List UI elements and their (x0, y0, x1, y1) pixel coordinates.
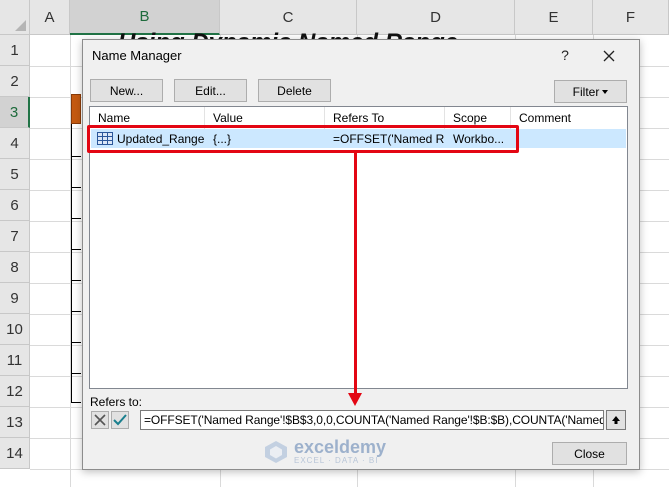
row-header-4[interactable]: 4 (0, 128, 30, 159)
row-headers: 1 2 3 4 5 6 7 8 9 10 11 12 13 14 (0, 35, 30, 469)
row-header-6[interactable]: 6 (0, 190, 30, 221)
watermark: exceldemy EXCEL · DATA · BI (263, 438, 386, 466)
collapse-dialog-icon[interactable] (606, 410, 626, 430)
column-header-comment[interactable]: Comment (511, 107, 627, 129)
row-header-13[interactable]: 13 (0, 407, 30, 438)
edit-button[interactable]: Edit... (174, 79, 247, 102)
row-header-14[interactable]: 14 (0, 438, 30, 469)
row-header-12[interactable]: 12 (0, 376, 30, 407)
close-button[interactable]: Close (552, 442, 627, 465)
row-header-8[interactable]: 8 (0, 252, 30, 283)
table-border (71, 249, 81, 250)
corner-triangle-icon (15, 20, 26, 31)
table-border (71, 402, 81, 403)
name-manager-dialog: Name Manager ? New... Edit... Delete Fil… (82, 39, 640, 470)
delete-button[interactable]: Delete (258, 79, 331, 102)
header-cell-b3[interactable] (71, 94, 81, 124)
watermark-text: exceldemy EXCEL · DATA · BI (294, 438, 386, 466)
refers-to-input[interactable]: =OFFSET('Named Range'!$B$3,0,0,COUNTA('N… (140, 410, 604, 430)
table-border (71, 311, 81, 312)
table-border (71, 342, 81, 343)
row-header-3[interactable]: 3 (0, 97, 30, 128)
dropdown-caret-icon (602, 89, 609, 94)
row-header-10[interactable]: 10 (0, 314, 30, 345)
list-item-comment (511, 129, 626, 148)
column-header-f[interactable]: F (593, 0, 669, 35)
confirm-check-icon[interactable] (111, 411, 129, 429)
row-header-1[interactable]: 1 (0, 35, 30, 66)
highlight-annotation-box (87, 125, 519, 153)
row-header-2[interactable]: 2 (0, 66, 30, 97)
watermark-name: exceldemy (294, 437, 387, 457)
table-border (71, 218, 81, 219)
row-header-11[interactable]: 11 (0, 345, 30, 376)
table-border (71, 187, 81, 188)
table-border (71, 280, 81, 281)
cancel-edit-x-icon[interactable] (91, 411, 109, 429)
annotation-arrow-head-icon (348, 393, 362, 406)
table-border (71, 124, 72, 402)
help-button[interactable]: ? (554, 44, 576, 66)
column-header-a[interactable]: A (30, 0, 70, 35)
table-border (71, 156, 81, 157)
filter-button-label: Filter (572, 84, 600, 99)
close-icon[interactable] (596, 44, 622, 68)
row-header-9[interactable]: 9 (0, 283, 30, 314)
select-all-corner[interactable] (0, 0, 30, 35)
row-header-5[interactable]: 5 (0, 159, 30, 190)
table-border (71, 373, 81, 374)
refers-to-label: Refers to: (90, 395, 143, 409)
dialog-title: Name Manager (92, 48, 182, 63)
filter-button[interactable]: Filter (554, 80, 627, 103)
new-button[interactable]: New... (90, 79, 163, 102)
annotation-arrow-line (354, 153, 357, 396)
watermark-tagline: EXCEL · DATA · BI (294, 456, 379, 465)
exceldemy-logo-icon (265, 441, 287, 463)
column-header-e[interactable]: E (515, 0, 593, 35)
row-header-7[interactable]: 7 (0, 221, 30, 252)
